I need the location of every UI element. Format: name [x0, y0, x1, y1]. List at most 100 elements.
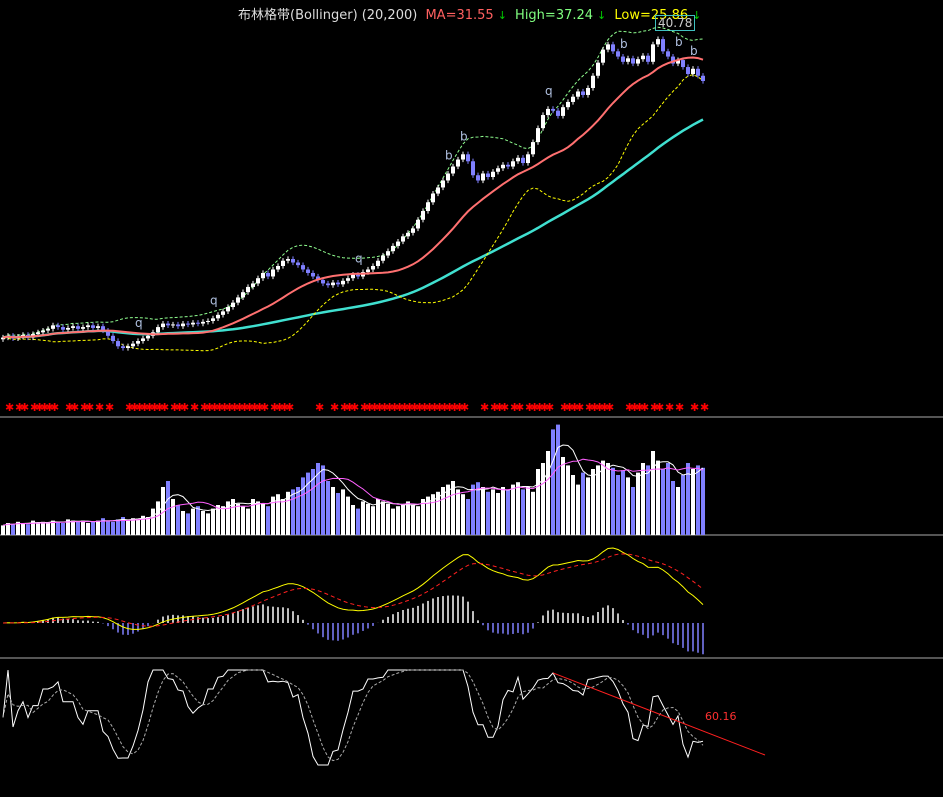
signal-letter: q: [210, 293, 218, 307]
candle-body: [116, 341, 120, 347]
volume-bar: [511, 484, 515, 535]
candle-body: [686, 67, 690, 75]
volume-bar: [466, 499, 470, 535]
signal-letter: b: [620, 37, 628, 51]
volume-bar: [586, 477, 590, 535]
volume-bar: [181, 511, 185, 535]
candle-body: [626, 58, 630, 62]
candle-body: [551, 108, 555, 111]
candle-body: [491, 171, 495, 177]
candle-body: [441, 180, 445, 188]
candle-body: [691, 68, 695, 75]
candle-body: [311, 272, 315, 277]
volume-bar: [681, 475, 685, 535]
candle-body: [236, 297, 240, 303]
volume-bar: [186, 513, 190, 535]
volume-bar: [201, 511, 205, 535]
volume-bar: [456, 489, 460, 535]
candle-body: [446, 173, 450, 181]
volume-bar: [496, 493, 500, 535]
candle-body: [276, 265, 280, 270]
volume-bar: [581, 472, 585, 535]
volume-bar: [651, 451, 655, 535]
volume-bar: [346, 496, 350, 535]
volume-bar: [391, 508, 395, 535]
candle-body: [451, 166, 455, 174]
signal-marker: ✱: [515, 401, 524, 414]
volume-bar: [671, 481, 675, 535]
volume-bar: [661, 469, 665, 535]
volume-bar: [401, 503, 405, 535]
volume-bar: [91, 521, 95, 535]
signal-marker: ✱: [285, 401, 294, 414]
candle-body: [126, 346, 130, 349]
candle-body: [146, 335, 150, 339]
candle-body: [376, 260, 380, 266]
signal-marker: ✱: [180, 401, 189, 414]
volume-bar: [331, 487, 335, 535]
candle-body: [341, 280, 345, 285]
volume-bar: [626, 477, 630, 535]
candle-body: [191, 322, 195, 325]
volume-bar: [281, 499, 285, 535]
volume-bar: [36, 523, 40, 535]
candle-body: [601, 49, 605, 63]
candle-body: [631, 58, 635, 64]
volume-bar: [71, 520, 75, 535]
candle-body: [406, 232, 410, 237]
candle-body: [576, 91, 580, 97]
candle-body: [206, 320, 210, 322]
volume-bar: [1, 525, 5, 535]
candle-body: [581, 91, 585, 95]
candle-body: [391, 245, 395, 252]
candle-body: [291, 259, 295, 263]
volume-bar: [561, 457, 565, 535]
signal-marker: ✱: [260, 401, 269, 414]
candle-body: [381, 255, 385, 261]
candle-body: [76, 326, 80, 329]
volume-bar: [461, 494, 465, 535]
signal-marker: ✱: [85, 401, 94, 414]
candle-body: [326, 283, 330, 286]
candle-body: [71, 326, 75, 328]
volume-bar: [531, 491, 535, 535]
volume-bar: [416, 506, 420, 535]
candle-body: [336, 282, 340, 285]
volume-bar: [486, 491, 490, 535]
candle-body: [561, 107, 565, 116]
candle-body: [211, 318, 215, 321]
volume-bar: [241, 506, 245, 535]
candle-body: [271, 269, 275, 277]
candle-body: [296, 262, 300, 266]
volume-bar: [291, 489, 295, 535]
volume-bar: [696, 465, 700, 535]
signal-letter: b: [445, 148, 453, 162]
volume-bar: [386, 503, 390, 535]
candle-body: [266, 272, 270, 277]
volume-bar: [591, 469, 595, 535]
candle-body: [546, 108, 550, 116]
candle-body: [496, 168, 500, 172]
candle-body: [201, 321, 205, 324]
signal-marker: ✱: [640, 401, 649, 414]
stock-chart[interactable]: qqqbbqb bb✱ ✱✱ ✱✱✱✱✱ ✱✱ ✱✱ ✱ ✱ ✱✱✱✱✱✱✱✱ ✱✱✱ ✱ ✱✱✱✱✱…: [0, 0, 943, 797]
volume-bar: [361, 501, 365, 535]
volume-bar: [371, 506, 375, 535]
volume-bar: [631, 487, 635, 535]
volume-bar: [571, 475, 575, 535]
candle-body: [301, 265, 305, 270]
volume-bar: [546, 451, 550, 535]
candle-body: [286, 259, 290, 261]
candle-body: [351, 274, 355, 279]
candle-body: [241, 292, 245, 298]
volume-bar: [261, 503, 265, 535]
candle-body: [456, 159, 460, 167]
volume-bar: [406, 501, 410, 535]
candle-body: [371, 265, 375, 270]
candle-body: [216, 314, 220, 319]
candle-body: [46, 328, 50, 331]
volume-bar: [411, 505, 415, 535]
volume-bar: [176, 505, 180, 535]
signal-marker: ✱: [690, 401, 699, 414]
lower-band-line: [2, 74, 704, 352]
